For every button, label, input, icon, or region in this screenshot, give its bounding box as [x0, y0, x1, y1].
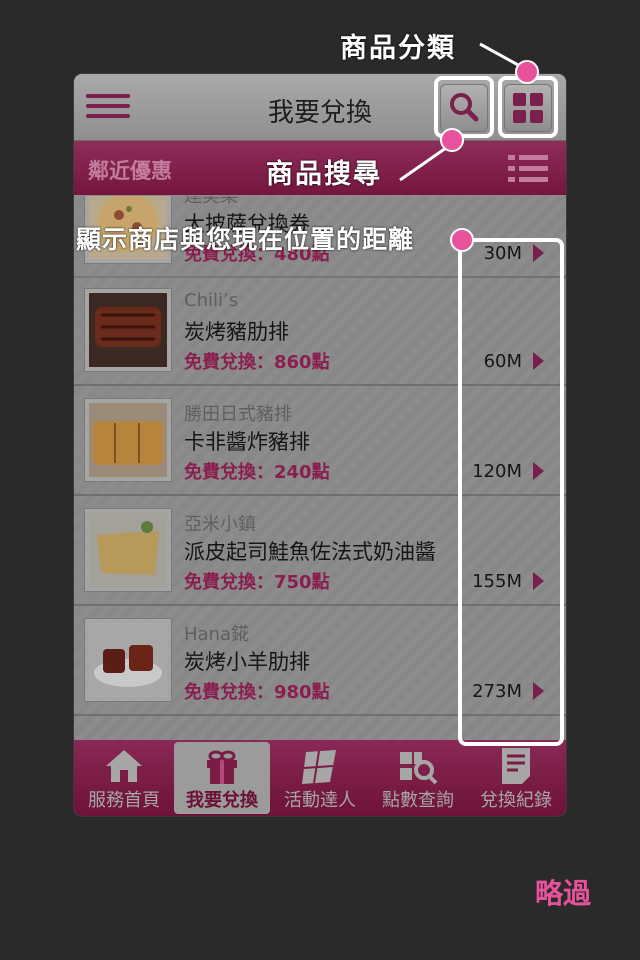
distance-pointer-dot — [450, 228, 474, 252]
search-annotation: 商品搜尋 — [266, 159, 382, 190]
category-pointer-dot — [515, 60, 539, 84]
annotation-lines — [399, 42, 530, 241]
category-annotation: 商品分類 — [340, 33, 456, 64]
skip-button[interactable]: 略過 — [535, 872, 591, 912]
distance-annotation: 顯示商店與您現在位置的距離 — [76, 225, 415, 254]
search-pointer-dot — [440, 128, 464, 152]
